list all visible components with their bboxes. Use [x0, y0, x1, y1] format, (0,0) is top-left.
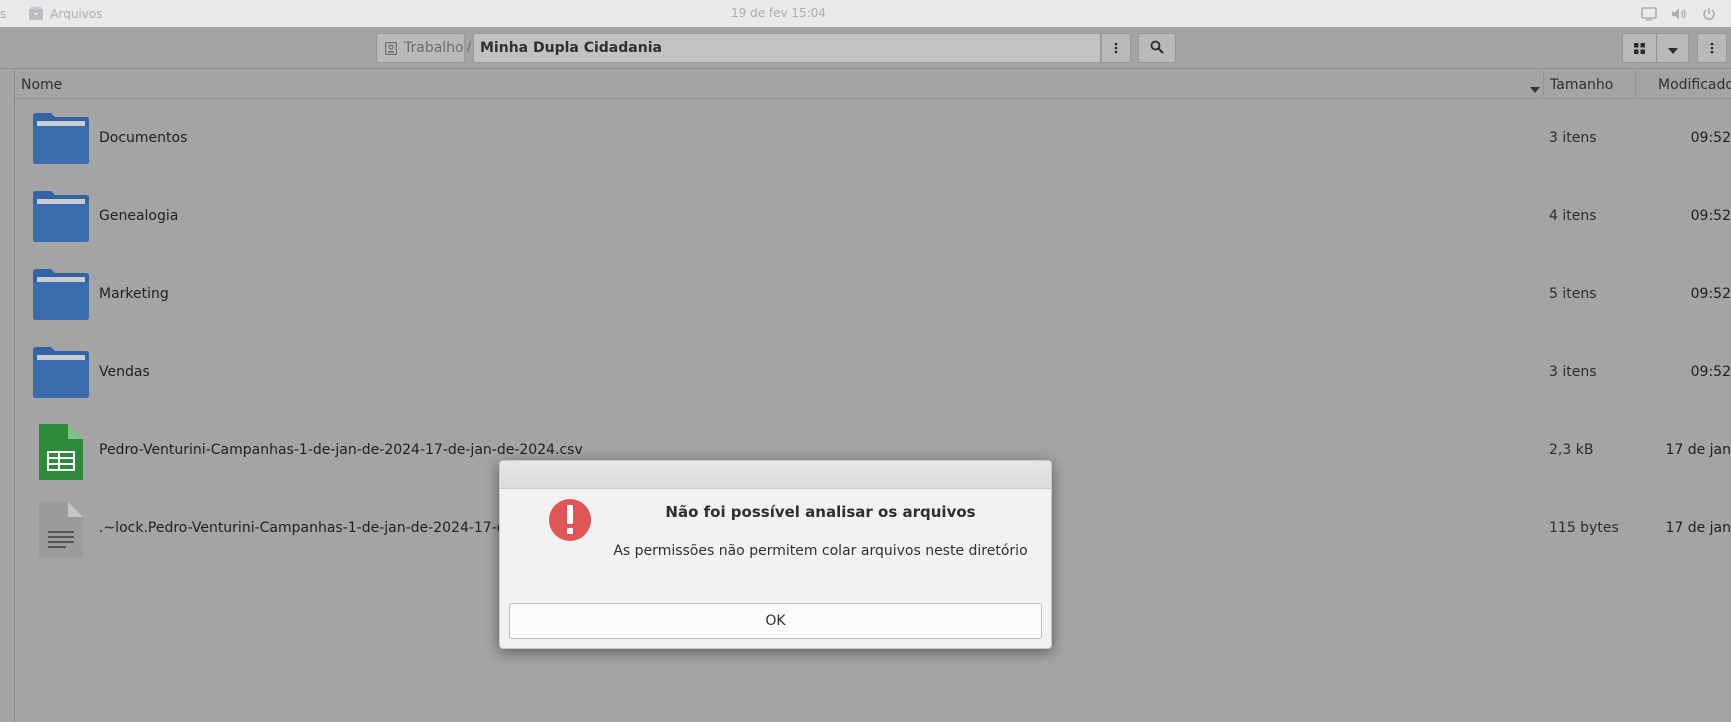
file-size: 3 itens [1549, 130, 1597, 146]
activities-button[interactable]: s [0, 7, 6, 21]
file-cabinet-icon [28, 6, 44, 21]
column-headers: Nome Tamanho Modificado [15, 70, 1731, 99]
vertical-dots-icon [1710, 39, 1714, 58]
main-menu-button[interactable] [1697, 33, 1727, 63]
file-modified: 09:52 [1690, 286, 1731, 302]
dialog-heading: Não foi possível analisar os arquivos [665, 503, 976, 521]
header-bar: Trabalho / Minha Dupla Cidadania [0, 27, 1731, 69]
breadcrumb-separator: / [467, 40, 472, 55]
file-modified: 17 de jan [1665, 520, 1731, 536]
column-header-modified[interactable]: Modificado [1635, 70, 1731, 99]
column-name-label: Nome [21, 76, 63, 93]
file-size: 2,3 kB [1549, 442, 1594, 458]
text-file-icon [33, 502, 89, 558]
spreadsheet-icon [33, 424, 89, 480]
breadcrumb-home-label: Trabalho [404, 40, 464, 56]
file-name: Genealogia [99, 208, 179, 224]
system-tray[interactable] [1641, 0, 1731, 27]
file-name: Marketing [99, 286, 169, 302]
folder-icon [33, 346, 89, 398]
ok-button[interactable]: OK [509, 603, 1042, 639]
top-panel: s Arquivos 19 de fev 15:04 [0, 0, 1731, 27]
file-size: 115 bytes [1549, 520, 1619, 536]
display-icon[interactable] [1641, 6, 1657, 22]
file-row[interactable]: Marketing 5 itens 09:52 [15, 255, 1731, 333]
folder-icon [33, 190, 89, 242]
chevron-down-icon [1667, 39, 1678, 58]
dialog-titlebar[interactable] [500, 461, 1051, 489]
sidebar[interactable] [0, 70, 15, 722]
app-name: Arquivos [50, 6, 103, 21]
file-modified: 09:52 [1690, 364, 1731, 380]
app-menu[interactable]: Arquivos [28, 6, 102, 21]
column-header-name[interactable]: Nome [21, 70, 1547, 99]
file-size: 3 itens [1549, 364, 1597, 380]
folder-icon [33, 112, 89, 164]
error-dialog: Não foi possível analisar os arquivos As… [499, 460, 1052, 649]
file-name: Vendas [99, 364, 150, 380]
dialog-message: As permissões não permitem colar arquivo… [613, 543, 1028, 559]
file-row[interactable]: Genealogia 4 itens 09:52 [15, 177, 1731, 255]
folder-icon [33, 268, 89, 320]
path-menu-button[interactable] [1101, 33, 1131, 63]
file-name: Documentos [99, 130, 188, 146]
power-icon[interactable] [1701, 6, 1717, 22]
file-size: 4 itens [1549, 208, 1597, 224]
file-modified: 09:52 [1690, 130, 1731, 146]
vertical-dots-icon [1114, 39, 1118, 58]
volume-icon[interactable] [1671, 6, 1687, 22]
column-header-size[interactable]: Tamanho [1543, 70, 1635, 99]
file-modified: 17 de jan [1665, 442, 1731, 458]
column-modified-label: Modificado [1658, 76, 1731, 93]
grid-view-icon [1634, 39, 1645, 58]
search-icon [1150, 39, 1164, 58]
file-row[interactable]: Documentos 3 itens 09:52 [15, 99, 1731, 177]
breadcrumb-current[interactable]: Minha Dupla Cidadania [473, 33, 1101, 63]
column-size-label: Tamanho [1550, 76, 1614, 93]
breadcrumb-home-button[interactable]: Trabalho [376, 33, 465, 63]
grid-view-button[interactable] [1622, 33, 1657, 63]
clock[interactable]: 19 de fev 15:04 [731, 0, 826, 27]
current-folder-label: Minha Dupla Cidadania [480, 40, 662, 56]
file-size: 5 itens [1549, 286, 1597, 302]
file-modified: 09:52 [1690, 208, 1731, 224]
file-row[interactable]: Vendas 3 itens 09:52 [15, 333, 1731, 411]
home-folder-icon [384, 41, 398, 55]
view-options-button[interactable] [1656, 33, 1689, 63]
search-button[interactable] [1138, 33, 1176, 63]
sort-descending-icon [1530, 81, 1540, 97]
